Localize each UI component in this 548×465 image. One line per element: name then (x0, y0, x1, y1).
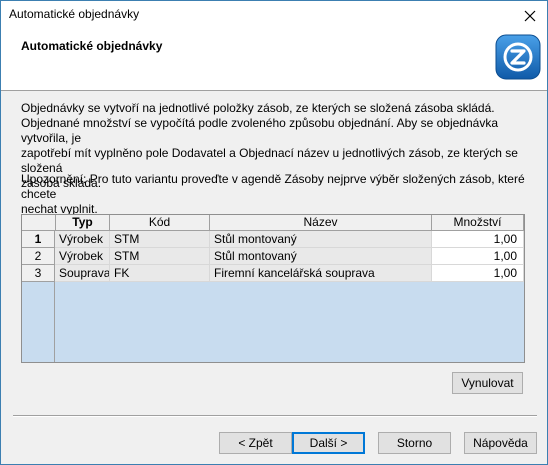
dialog-window: Automatické objednávky Automatické objed… (0, 0, 548, 465)
column-header-typ[interactable]: Typ (56, 215, 110, 231)
divider-highlight (13, 416, 537, 417)
app-logo-icon (495, 34, 541, 80)
cell-nazev[interactable]: Stůl montovaný (210, 231, 432, 248)
cell-mnozstvi[interactable]: 1,00 (432, 231, 524, 248)
column-header-mnozstvi[interactable]: Množství (432, 215, 524, 231)
title-bar: Automatické objednávky (1, 1, 547, 30)
wizard-header: Automatické objednávky (1, 30, 547, 91)
wizard-title: Automatické objednávky (21, 39, 163, 53)
items-table[interactable]: Typ Kód Název Množství 1 Výrobek STM Stů… (21, 214, 525, 363)
back-button[interactable]: < Zpět (219, 432, 292, 454)
cell-typ[interactable]: Souprava (55, 265, 110, 282)
column-header-kod[interactable]: Kód (110, 215, 210, 231)
cell-typ[interactable]: Výrobek (55, 231, 110, 248)
info-line: Objednávky se vytvoří na jednotlivé polo… (21, 101, 495, 115)
close-button[interactable] (515, 1, 545, 30)
cell-mnozstvi[interactable]: 1,00 (432, 265, 524, 282)
cancel-button[interactable]: Storno (378, 432, 451, 454)
warning-text: Upozornění: Pro tuto variantu proveďte v… (21, 172, 526, 217)
cell-nazev[interactable]: Stůl montovaný (210, 248, 432, 265)
warning-line: Upozornění: Pro tuto variantu proveďte v… (21, 172, 525, 201)
close-icon (524, 10, 536, 21)
cell-nazev[interactable]: Firemní kancelářská souprava (210, 265, 432, 282)
column-header-nazev[interactable]: Název (210, 215, 432, 231)
row-number[interactable]: 2 (22, 248, 55, 265)
reset-button[interactable]: Vynulovat (452, 372, 523, 394)
cell-mnozstvi[interactable]: 1,00 (432, 248, 524, 265)
cell-kod[interactable]: FK (110, 265, 210, 282)
info-line: Objednané množství se vypočítá podle zvo… (21, 116, 498, 145)
next-button[interactable]: Další > (292, 432, 365, 454)
cell-kod[interactable]: STM (110, 248, 210, 265)
row-number[interactable]: 1 (22, 231, 55, 248)
row-number[interactable]: 3 (22, 265, 55, 282)
window-title: Automatické objednávky (9, 7, 140, 21)
row-selector-header (22, 215, 56, 231)
help-button[interactable]: Nápověda (464, 432, 537, 454)
cell-typ[interactable]: Výrobek (55, 248, 110, 265)
cell-kod[interactable]: STM (110, 231, 210, 248)
